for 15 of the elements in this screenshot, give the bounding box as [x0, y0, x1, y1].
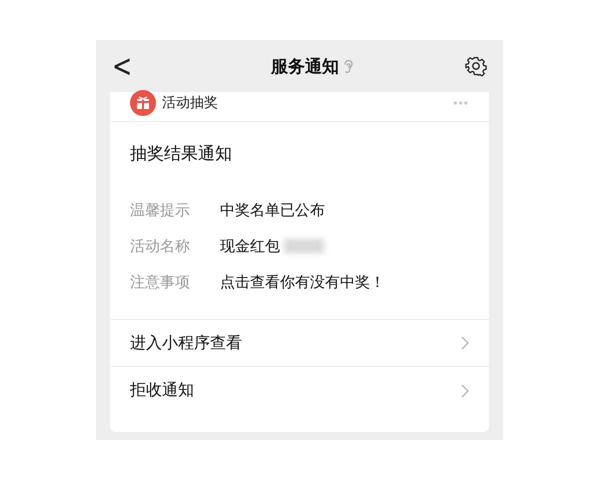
field-label: 温馨提示: [130, 200, 191, 220]
field-value: 中奖名单已公布: [220, 200, 325, 220]
field-value: 现金红包: [220, 236, 280, 256]
settings-icon[interactable]: [464, 55, 487, 77]
field-value: 点击查看你有没有中奖！: [220, 272, 385, 292]
chevron-icon: [461, 384, 469, 398]
chevron-icon: [461, 336, 469, 350]
notification-title: 抽奖结果通知: [129, 143, 233, 165]
field-label: 注意事项: [130, 272, 191, 292]
back-button[interactable]: <: [108, 48, 136, 84]
action-row[interactable]: 拒收通知: [110, 367, 489, 414]
action-row[interactable]: 进入小程序查看: [110, 320, 489, 367]
field-label: 活动名称: [130, 236, 191, 256]
source-name: 活动抽奖: [162, 94, 219, 112]
page-title: 服务通知: [271, 56, 340, 78]
